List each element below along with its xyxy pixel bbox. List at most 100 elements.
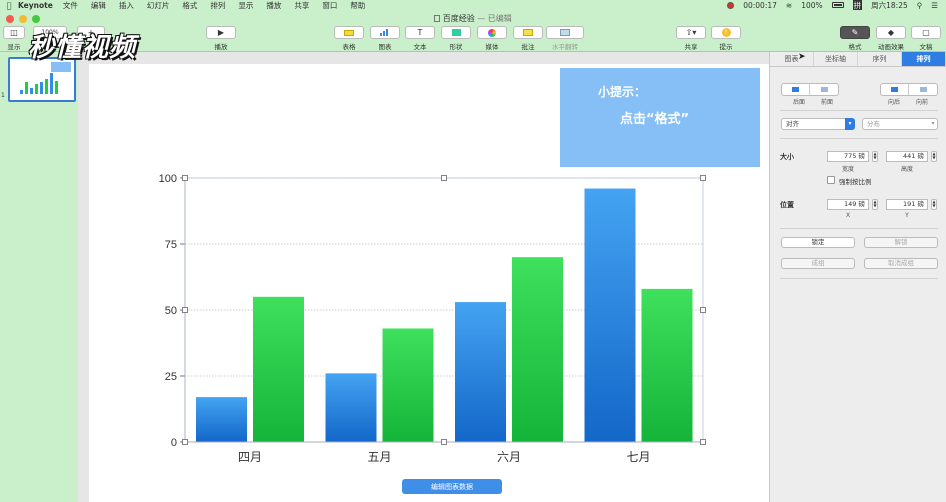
resize-handle[interactable] (700, 439, 706, 445)
app-menu[interactable]: Keynote (18, 1, 53, 10)
hint-textbox[interactable]: 小提示： 点击“格式” (560, 68, 760, 167)
hint-button[interactable]: ! 提示 (711, 26, 741, 51)
resize-handle[interactable] (182, 307, 188, 313)
send-backward-button[interactable] (881, 84, 909, 95)
menu-arrange[interactable]: 排列 (210, 0, 225, 11)
height-stepper[interactable]: ▲ ▼ (931, 151, 937, 162)
resize-handle[interactable] (441, 439, 447, 445)
lock-button[interactable]: 锁定 (781, 237, 855, 248)
hint-label: 提示 (719, 43, 733, 51)
width-field[interactable]: 775 磅 (827, 151, 869, 162)
paintbrush-icon: ✎ (840, 26, 870, 39)
resize-handle[interactable] (182, 175, 188, 181)
doc-name[interactable]: 百度经验 (443, 14, 475, 23)
x-position-field[interactable]: 149 磅 (827, 199, 869, 210)
media-icon (488, 28, 496, 37)
bring-forward-button[interactable] (909, 84, 937, 95)
edit-chart-data-button[interactable]: 编辑图表数据 (402, 479, 502, 494)
unlock-button[interactable]: 解锁 (864, 237, 938, 248)
media-button[interactable]: 媒体 (477, 26, 507, 51)
width-stepper[interactable]: ▲ ▼ (872, 151, 878, 162)
chart-button[interactable]: 图表 (370, 26, 400, 51)
doc-status: — 已编辑 (477, 14, 512, 23)
inspector-tabs: 图表 坐标轴 序列 排列 (770, 52, 946, 67)
distribute-select[interactable]: 分布 ▾ (862, 118, 938, 130)
comment-icon (523, 29, 533, 36)
group-button[interactable]: 成组 (781, 258, 855, 269)
menu-list-icon[interactable]: ☰ (931, 1, 938, 10)
flip-horizontal-button[interactable]: 水平翻转 (546, 26, 584, 51)
flip-icon (560, 29, 570, 36)
x-tick-label: 六月 (497, 450, 521, 464)
thumbnail-chart (20, 73, 58, 94)
x-stepper[interactable]: ▲ ▼ (872, 199, 878, 210)
text-button[interactable]: T 文本 (405, 26, 435, 51)
bring-forward-icon (919, 87, 927, 92)
tab-series[interactable]: 序列 (858, 52, 902, 66)
chevron-down-icon: ▾ (931, 120, 935, 127)
bar-chart[interactable]: 0 25 50 75 100 四月 五月 六月 七月 (150, 170, 710, 470)
search-icon[interactable]: ⚲ (917, 1, 923, 10)
watermark-logo: 秒懂视频 (28, 33, 137, 63)
menu-view[interactable]: 显示 (238, 0, 253, 11)
height-field[interactable]: 441 磅 (886, 151, 928, 162)
clock[interactable]: 周六18:25 (871, 0, 908, 11)
shape-icon (451, 29, 461, 36)
slide-navigator: 1 (0, 52, 78, 502)
slide-number: 1 (1, 92, 5, 99)
y-tick-label: 50 (165, 305, 177, 317)
tab-axis[interactable]: 坐标轴 (814, 52, 858, 66)
record-icon[interactable] (727, 1, 735, 9)
share-button[interactable]: ⇧▾ 共享 (676, 26, 706, 51)
ungroup-button[interactable]: 取消成组 (864, 258, 938, 269)
bring-front-icon (820, 87, 828, 92)
view-button[interactable]: ◫ 显示 (3, 26, 25, 51)
menu-window[interactable]: 窗口 (322, 0, 337, 11)
chart-bar (382, 328, 434, 442)
resize-handle[interactable] (700, 307, 706, 313)
y-position-field[interactable]: 191 磅 (886, 199, 928, 210)
document-title: 百度经验 — 已编辑 (0, 13, 946, 24)
back-label: 后面 (792, 99, 805, 106)
wifi-icon[interactable]: ≋ (786, 1, 792, 10)
menu-insert[interactable]: 插入 (119, 0, 134, 11)
menubar:  Keynote 文件 编辑 插入 幻灯片 格式 排列 显示 播放 共享 窗口… (0, 0, 946, 11)
resize-handle[interactable] (182, 439, 188, 445)
resize-handle[interactable] (700, 175, 706, 181)
lightbulb-icon: ! (721, 28, 731, 37)
menu-format[interactable]: 格式 (182, 0, 197, 11)
animate-button[interactable]: ◆ 动画效果 (876, 26, 906, 51)
shape-button[interactable]: 形状 (441, 26, 471, 51)
align-select[interactable]: 对齐 ▾ (781, 118, 855, 130)
play-button[interactable]: ▶ 播放 (206, 26, 236, 51)
send-to-back-button[interactable] (782, 84, 810, 95)
battery-percent: 100% (801, 0, 823, 10)
menu-share[interactable]: 共享 (294, 0, 309, 11)
tab-arrange[interactable]: 排列 (902, 52, 946, 66)
apple-icon[interactable]:  (0, 1, 18, 10)
y-label: Y (905, 212, 909, 219)
y-stepper[interactable]: ▲ ▼ (931, 199, 937, 210)
x-label: X (845, 212, 851, 219)
menu-play[interactable]: 播放 (266, 0, 281, 11)
input-method[interactable]: 拼 (852, 0, 863, 11)
bring-to-front-button[interactable] (810, 84, 838, 95)
chart-bar (196, 397, 247, 442)
play-label: 播放 (214, 43, 228, 51)
tab-chart[interactable]: 图表 (770, 52, 814, 66)
battery-icon[interactable] (831, 2, 844, 8)
y-tick-label: 0 (171, 437, 177, 449)
constrain-proportions-checkbox[interactable] (827, 176, 835, 184)
menu-slide[interactable]: 幻灯片 (147, 0, 170, 11)
resize-handle[interactable] (441, 175, 447, 181)
menu-file[interactable]: 文件 (63, 0, 78, 11)
y-tick-label: 75 (165, 239, 177, 251)
comment-button[interactable]: 批注 (513, 26, 543, 51)
chart-bar (512, 257, 563, 442)
menu-edit[interactable]: 编辑 (91, 0, 106, 11)
format-button[interactable]: ✎ 格式 (840, 26, 870, 51)
document-button[interactable]: ▢ 文稿 (911, 26, 941, 51)
size-heading: 大小 (780, 153, 794, 161)
table-button[interactable]: 表格 (334, 26, 364, 51)
menu-help[interactable]: 帮助 (350, 0, 365, 11)
